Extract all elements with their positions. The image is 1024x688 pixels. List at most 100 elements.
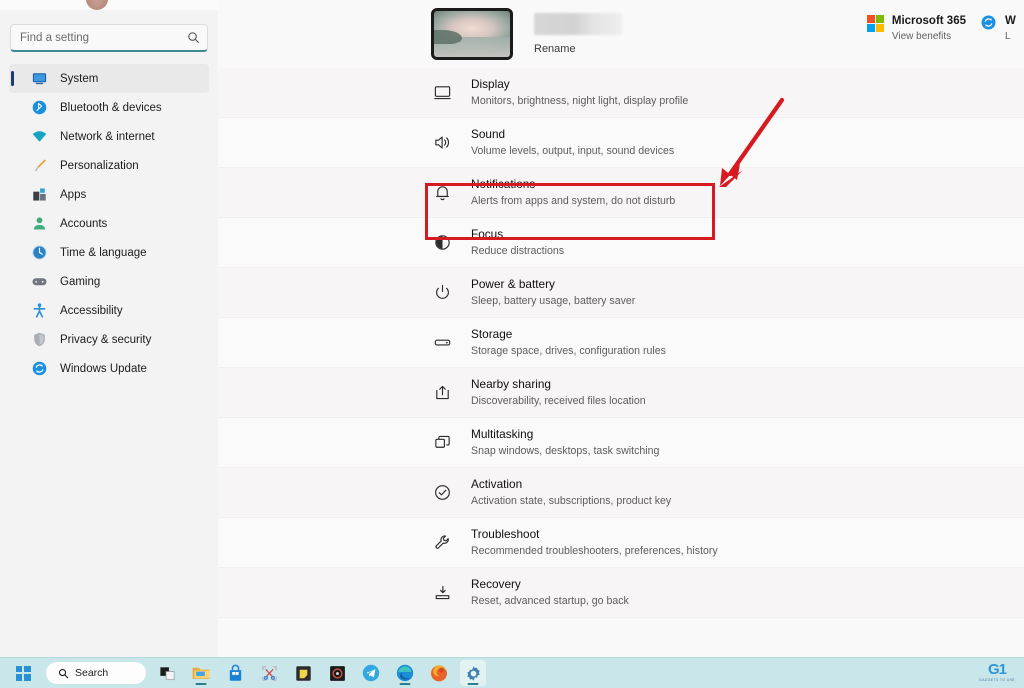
dark-disc-icon [328,664,347,683]
sidebar-item-network-internet[interactable]: Network & internet [9,122,209,151]
rename-button[interactable]: Rename [534,43,622,55]
setting-row-troubleshoot[interactable]: Troubleshoot Recommended troubleshooters… [218,518,1024,568]
folder-icon [191,663,211,683]
start-button[interactable] [10,660,36,686]
sidebar-item-label: Personalization [60,159,139,172]
sidebar-item-label: Time & language [60,246,147,259]
setting-row-notifications[interactable]: Notifications Alerts from apps and syste… [218,168,1024,218]
recovery-icon [431,582,453,604]
header-cards: Microsoft 365 View benefits W L [853,14,1024,43]
laptop-wallpaper-thumbnail-icon [431,8,513,60]
sidebar-item-label: Gaming [60,275,101,288]
taskbar-item-settings[interactable] [460,660,486,686]
speaker-icon [431,132,453,154]
firefox-icon [429,663,449,683]
setting-row-sound[interactable]: Sound Volume levels, output, input, soun… [218,118,1024,168]
sidebar-item-privacy-security[interactable]: Privacy & security [9,325,209,354]
setting-title: Focus [471,227,504,241]
telegram-icon [361,663,381,683]
windows-logo-icon [15,665,31,681]
setting-row-nearby-sharing[interactable]: Nearby sharing Discoverability, received… [218,368,1024,418]
microsoft-logo-icon [866,14,884,32]
setting-row-focus[interactable]: Focus Reduce distractions [218,218,1024,268]
setting-row-activation[interactable]: Activation Activation state, subscriptio… [218,468,1024,518]
sidebar-item-bluetooth-devices[interactable]: Bluetooth & devices [9,93,209,122]
store-bag-icon [226,664,245,683]
setting-row-display[interactable]: Display Monitors, brightness, night ligh… [218,68,1024,118]
sidebar-item-time-language[interactable]: Time & language [9,238,209,267]
sidebar-item-apps[interactable]: Apps [9,180,209,209]
windows-update-card[interactable]: W L [980,14,1024,43]
taskbar-item-sticky-notes[interactable] [290,660,316,686]
scissors-icon [260,664,279,683]
clock-globe-icon [31,244,48,261]
setting-subtitle: Recommended troubleshooters, preferences… [471,545,718,557]
sidebar: System Bluetooth & devices Network & int… [0,0,218,657]
setting-title: Power & battery [471,277,555,291]
taskbar-search-button[interactable]: Search [46,662,146,684]
sidebar-item-label: Accessibility [60,304,123,317]
share-icon [431,382,453,404]
taskbar-item-telegram[interactable] [358,660,384,686]
edge-icon [395,663,415,683]
power-icon [431,282,453,304]
taskbar-item-microsoft-edge[interactable] [392,660,418,686]
setting-title: Display [471,77,510,91]
bluetooth-icon [31,99,48,116]
search-container [10,24,208,52]
taskbar-item-firefox[interactable] [426,660,452,686]
taskbar-item-file-explorer[interactable] [188,660,214,686]
taskbar-item-microsoft-store[interactable] [222,660,248,686]
sidebar-item-label: Apps [60,188,87,201]
setting-subtitle: Alerts from apps and system, do not dist… [471,195,676,207]
setting-title: Recovery [471,577,521,591]
sidebar-item-windows-update[interactable]: Windows Update [9,354,209,383]
sticky-note-icon [294,664,313,683]
sidebar-item-label: Network & internet [60,130,155,143]
setting-row-storage[interactable]: Storage Storage space, drives, configura… [218,318,1024,368]
paintbrush-icon [31,157,48,174]
focus-moon-icon [431,232,453,254]
windows-update-title: W [1005,15,1016,27]
avatar[interactable] [86,0,108,10]
taskbar-items: Search [10,660,486,686]
gear-icon [464,664,483,683]
setting-row-multitasking[interactable]: Multitasking Snap windows, desktops, tas… [218,418,1024,468]
sidebar-item-label: System [60,72,99,85]
setting-subtitle: Sleep, battery usage, battery saver [471,295,636,307]
accessibility-icon [31,302,48,319]
setting-row-power-battery[interactable]: Power & battery Sleep, battery usage, ba… [218,268,1024,318]
watermark-text: GADGETS TO USE [978,678,1016,682]
sidebar-item-accessibility[interactable]: Accessibility [9,296,209,325]
content-area: Rename Microsoft 365 View benefits W L D… [218,0,1024,657]
search-input[interactable] [10,24,208,52]
storage-drive-icon [431,332,453,354]
microsoft-365-subtitle: View benefits [891,31,952,42]
account-strip [0,0,218,10]
task-view-icon [158,664,177,683]
settings-list: Display Monitors, brightness, night ligh… [218,68,1024,618]
setting-title: Multitasking [471,427,534,441]
apps-grid-icon [31,186,48,203]
sidebar-nav: System Bluetooth & devices Network & int… [0,64,218,383]
sidebar-item-gaming[interactable]: Gaming [9,267,209,296]
taskbar-item-task-view[interactable] [154,660,180,686]
setting-row-recovery[interactable]: Recovery Reset, advanced startup, go bac… [218,568,1024,618]
device-meta: Rename [534,8,622,55]
sidebar-item-system[interactable]: System [9,64,209,93]
monitor-icon [31,70,48,87]
sidebar-item-personalization[interactable]: Personalization [9,151,209,180]
setting-subtitle: Reset, advanced startup, go back [471,595,629,607]
taskbar-item-snipping-tool[interactable] [256,660,282,686]
sidebar-item-accounts[interactable]: Accounts [9,209,209,238]
windows-update-subtitle: L [1005,31,1011,42]
sidebar-item-label: Privacy & security [60,333,152,346]
sidebar-item-label: Accounts [60,217,108,230]
wifi-icon [31,128,48,145]
taskbar-item-media-app[interactable] [324,660,350,686]
update-sync-icon [31,360,48,377]
setting-title: Troubleshoot [471,527,540,541]
microsoft-365-card[interactable]: Microsoft 365 View benefits [866,14,966,43]
setting-title: Activation [471,477,523,491]
search-icon [188,32,200,44]
